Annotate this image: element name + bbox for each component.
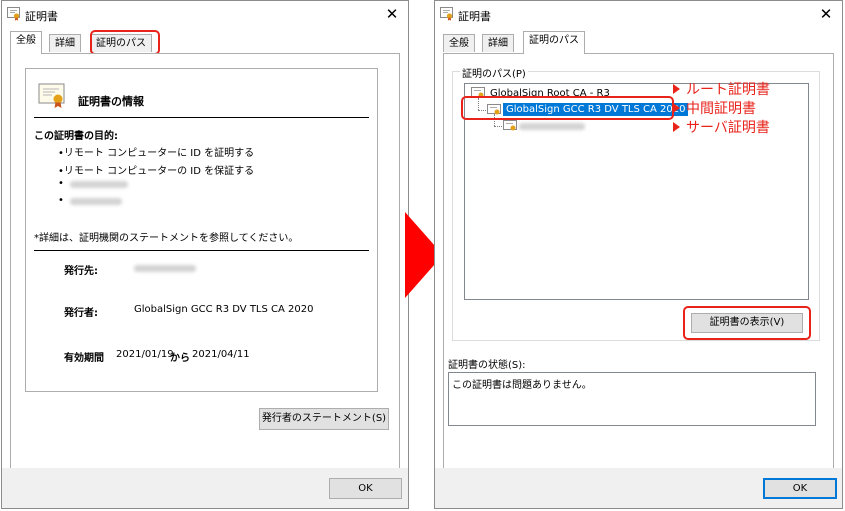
purpose-item-blurred: • xyxy=(58,195,64,206)
validity-label: 有効期間 xyxy=(64,353,104,364)
ok-button[interactable]: OK xyxy=(329,478,402,499)
close-icon[interactable]: ✕ xyxy=(382,4,402,24)
purpose-heading: この証明書の目的: xyxy=(34,131,118,142)
certificate-dialog-general: 証明書 ✕ 全般 詳細 証明のパス 証明書の情報 この証明書の目的: •リモート… xyxy=(1,0,409,509)
certificate-large-icon xyxy=(38,83,65,108)
status-textbox[interactable]: この証明書は問題ありません。 xyxy=(448,372,816,426)
annotation-server-text: サーバ証明書 xyxy=(686,120,770,136)
certificate-icon xyxy=(440,7,453,21)
purpose-item: •リモート コンピューターに ID を証明する xyxy=(58,148,255,159)
tab-details[interactable]: 詳細 xyxy=(49,34,81,52)
issued-to-value-blurred xyxy=(134,265,196,272)
title-bar: 証明書 ✕ xyxy=(2,1,408,28)
path-group-label: 証明のパス(P) xyxy=(460,65,528,80)
issued-to-label: 発行先: xyxy=(64,266,98,277)
certificate-dialog-path: 証明書 ✕ 全般 詳細 証明のパス 証明のパス(P) GlobalSign Ro… xyxy=(434,0,843,509)
general-panel: 証明書の情報 この証明書の目的: •リモート コンピューターに ID を証明する… xyxy=(10,53,400,469)
divider xyxy=(34,250,369,251)
status-text: この証明書は問題ありません。 xyxy=(452,380,592,391)
valid-from: 2021/01/19 xyxy=(116,349,174,360)
annotation-root-text: ルート証明書 xyxy=(686,82,770,98)
certificate-info-heading: 証明書の情報 xyxy=(78,95,144,108)
certification-path-panel: 証明のパス(P) GlobalSign Root CA - R3 GlobalS… xyxy=(443,53,834,469)
annotation-server: サーバ証明書 xyxy=(673,117,770,137)
highlight-box-view-button xyxy=(683,306,811,340)
dialog-footer: OK xyxy=(2,468,408,508)
annotation-root: ルート証明書 xyxy=(673,79,770,99)
divider xyxy=(34,117,369,118)
server-certificate-icon xyxy=(503,120,517,131)
blurred-text xyxy=(70,181,128,188)
annotation-intermediate: 中間証明書 xyxy=(673,98,756,118)
blurred-text xyxy=(70,198,122,205)
title-bar: 証明書 ✕ xyxy=(435,1,842,28)
tab-details[interactable]: 詳細 xyxy=(482,34,514,52)
tab-general[interactable]: 全般 xyxy=(443,34,475,52)
certificate-icon xyxy=(7,7,20,21)
close-icon[interactable]: ✕ xyxy=(816,4,836,24)
tab-bar: 全般 詳細 証明のパス xyxy=(10,31,400,54)
status-label: 証明書の状態(S): xyxy=(448,360,526,371)
tab-general[interactable]: 全般 xyxy=(10,31,42,54)
annotation-arrow-icon xyxy=(673,103,680,113)
highlight-box-path-tab xyxy=(90,30,160,55)
valid-to: 2021/04/11 xyxy=(192,349,250,360)
annotation-arrow-icon xyxy=(673,122,680,132)
window-title: 証明書 xyxy=(25,10,58,23)
window-title: 証明書 xyxy=(458,10,491,23)
tab-certification-path[interactable]: 証明のパス xyxy=(523,31,585,54)
ok-button[interactable]: OK xyxy=(763,478,837,499)
certificate-info-box: 証明書の情報 この証明書の目的: •リモート コンピューターに ID を証明する… xyxy=(25,68,378,392)
issued-by-label: 発行者: xyxy=(64,308,98,319)
tree-line xyxy=(494,126,502,127)
highlight-box-intermediate xyxy=(461,96,674,120)
tab-bar: 全般 詳細 証明のパス xyxy=(443,31,834,54)
issued-by-value: GlobalSign GCC R3 DV TLS CA 2020 xyxy=(134,304,314,315)
validity-to-word: から xyxy=(170,353,190,364)
purpose-item: •リモート コンピューターの ID を保証する xyxy=(58,166,255,177)
annotation-intermediate-text: 中間証明書 xyxy=(686,101,756,117)
dialog-footer: OK xyxy=(435,468,842,508)
tree-item-server-blurred[interactable] xyxy=(519,123,585,130)
statement-note: *詳細は、証明機関のステートメントを参照してください。 xyxy=(34,233,299,244)
purpose-item-blurred: • xyxy=(58,178,64,189)
issuer-statement-button[interactable]: 発行者のステートメント(S) xyxy=(259,408,389,430)
annotation-arrow-icon xyxy=(673,84,680,94)
